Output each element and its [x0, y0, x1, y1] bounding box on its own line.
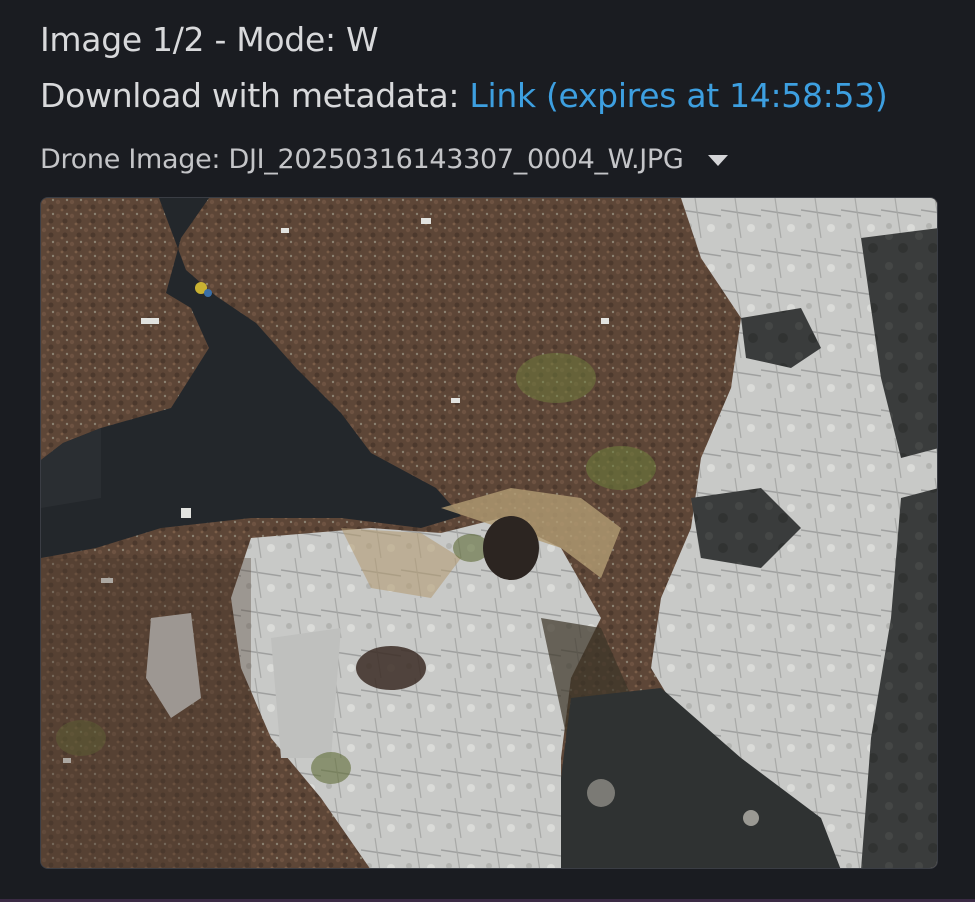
chevron-down-icon — [707, 154, 728, 166]
drone-image-selector[interactable]: Drone Image: DJI_20250316143307_0004_W.J… — [40, 140, 728, 178]
download-label: Download with metadata: — [40, 76, 470, 115]
download-row: Download with metadata: Link (expires at… — [40, 74, 888, 118]
download-link[interactable]: Link (expires at 14:58:53) — [469, 76, 887, 115]
drone-image-label: Drone Image: DJI_20250316143307_0004_W.J… — [40, 143, 684, 175]
image-title: Image 1/2 - Mode: W — [40, 20, 379, 59]
drone-image — [40, 197, 938, 869]
image-viewer-panel: Image 1/2 - Mode: W Download with metada… — [0, 0, 975, 902]
